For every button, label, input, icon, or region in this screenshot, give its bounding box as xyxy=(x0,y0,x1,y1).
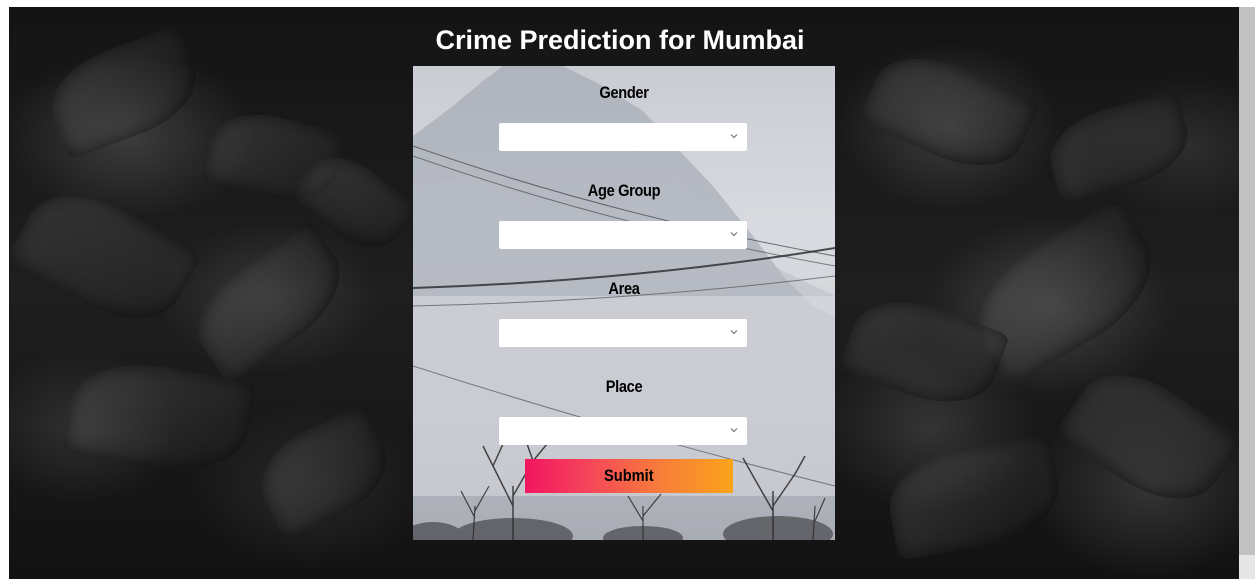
area-select[interactable] xyxy=(499,319,747,347)
gender-select[interactable] xyxy=(499,123,747,151)
submit-button[interactable]: Submit xyxy=(525,459,733,493)
area-label: Area xyxy=(608,279,640,298)
background-leaf xyxy=(857,37,1041,187)
age-group-select[interactable] xyxy=(499,221,747,249)
chevron-down-icon xyxy=(730,428,738,433)
age-group-label: Age Group xyxy=(587,181,661,200)
page-title: Crime Prediction for Mumbai xyxy=(435,25,805,55)
background-leaf xyxy=(177,219,361,385)
page-background: Crime Prediction for Mumbai Gender Age G… xyxy=(9,7,1239,579)
scrollbar-thumb[interactable] xyxy=(1239,7,1255,555)
background-leaf xyxy=(1054,350,1239,524)
chevron-down-icon xyxy=(730,232,738,237)
background-leaf xyxy=(881,432,1067,562)
submit-button-label: Submit xyxy=(604,466,654,485)
chevron-down-icon xyxy=(730,330,738,335)
prediction-form: Gender Age Group Area Place Submit xyxy=(413,66,835,540)
chevron-down-icon xyxy=(730,134,738,139)
background-leaf xyxy=(1041,90,1197,204)
place-label: Place xyxy=(605,377,643,396)
gender-label: Gender xyxy=(599,83,649,102)
background-leaf xyxy=(246,403,402,541)
place-select[interactable] xyxy=(499,417,747,445)
background-leaf xyxy=(9,171,203,343)
